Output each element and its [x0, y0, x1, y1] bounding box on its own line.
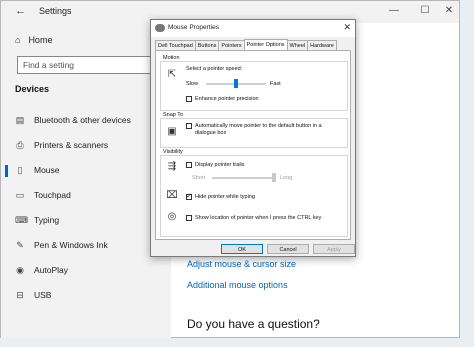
pointer-trails-label: Display pointer trails [195, 162, 245, 168]
short-label: Short [192, 175, 206, 181]
dialog-titlebar: Mouse Properties ✕ [151, 20, 355, 37]
minimize-button[interactable]: — [386, 4, 402, 18]
sidebar-item-label: Touchpad [34, 190, 71, 200]
keyboard-icon: ⌨ [15, 215, 28, 225]
settings-sidebar: ⌂ Home Find a setting Devices ▤ Bluetoot… [1, 23, 171, 338]
search-input[interactable]: Find a setting [17, 56, 167, 74]
fast-label: Fast [270, 81, 281, 87]
section-title: Devices [15, 84, 50, 94]
maximize-button[interactable]: ☐ [417, 4, 433, 18]
adjust-cursor-size-link[interactable]: Adjust mouse & cursor size [187, 259, 296, 269]
bluetooth-device-icon: ▤ [15, 115, 25, 125]
speed-slider-thumb[interactable] [234, 79, 238, 88]
dialog-tabs: Dell Touchpad Buttons Pointers Pointer O… [155, 39, 337, 51]
ctrl-location-icon: ◎ [167, 211, 177, 222]
sidebar-item-label: Mouse [34, 165, 60, 175]
close-icon[interactable]: ✕ [343, 22, 351, 33]
sidebar-item-label: Printers & scanners [34, 140, 109, 150]
autoplay-icon: ◉ [16, 265, 24, 275]
snap-to-icon: ▣ [167, 126, 177, 137]
sidebar-item-usb[interactable]: ⊟ USB [15, 290, 51, 300]
snap-to-checkbox[interactable] [186, 123, 192, 129]
ctrl-location-checkbox[interactable] [186, 215, 192, 221]
snap-to-label: Automatically move pointer to the defaul… [195, 123, 322, 136]
sidebar-item-label: Pen & Windows Ink [34, 240, 108, 250]
ok-button[interactable]: OK [221, 244, 263, 254]
enhance-precision-label: Enhance pointer precision [195, 96, 259, 102]
pointer-trails-icon: ⇶ [167, 161, 177, 172]
sidebar-item-label: Bluetooth & other devices [34, 115, 131, 125]
home-nav[interactable]: ⌂ Home [15, 35, 52, 45]
hide-pointer-icon: ⌧ [166, 190, 178, 201]
question-heading: Do you have a question? [187, 317, 320, 331]
cancel-button[interactable]: Cancel [267, 244, 309, 254]
pointer-trails-checkbox[interactable] [186, 162, 192, 168]
touchpad-icon: ▭ [15, 190, 25, 200]
trails-slider-thumb[interactable] [272, 173, 276, 182]
sidebar-item-pen[interactable]: ✎ Pen & Windows Ink [15, 240, 108, 250]
sidebar-item-label: AutoPlay [34, 265, 69, 275]
usb-icon: ⊟ [16, 290, 24, 300]
long-label: Long [280, 175, 293, 181]
trails-slider-track[interactable] [212, 177, 276, 179]
home-icon: ⌂ [15, 35, 21, 45]
sidebar-item-label: Typing [34, 215, 60, 225]
slow-label: Slow [186, 81, 198, 87]
back-arrow-icon[interactable]: ← [15, 5, 26, 17]
additional-mouse-options-link[interactable]: Additional mouse options [187, 280, 288, 290]
home-label: Home [28, 35, 53, 45]
dialog-title: Mouse Properties [168, 24, 219, 31]
sidebar-item-typing[interactable]: ⌨ Typing [15, 215, 59, 225]
enhance-precision-checkbox[interactable] [186, 96, 192, 102]
mouse-properties-dialog: Mouse Properties ✕ Dell Touchpad Buttons… [150, 19, 356, 257]
sidebar-item-bluetooth[interactable]: ▤ Bluetooth & other devices [15, 115, 131, 125]
mouse-icon [155, 24, 165, 32]
pen-icon: ✎ [16, 240, 24, 250]
sidebar-item-mouse[interactable]: ▯ Mouse [5, 165, 60, 177]
ctrl-location-label: Show location of pointer when I press th… [195, 215, 322, 221]
apply-button[interactable]: Apply [313, 244, 355, 254]
sidebar-item-touchpad[interactable]: ▭ Touchpad [15, 190, 71, 200]
hide-pointer-label: Hide pointer while typing [195, 194, 255, 200]
app-title: Settings [39, 6, 72, 16]
pointer-options-panel: Motion ⇱ Select a pointer speed: Slow Fa… [155, 50, 351, 240]
close-button[interactable]: ✕ [441, 4, 457, 18]
printer-icon: ⎙ [16, 140, 24, 150]
sidebar-item-printers[interactable]: ⎙ Printers & scanners [15, 140, 108, 150]
pointer-speed-icon: ⇱ [167, 69, 177, 80]
sidebar-item-autoplay[interactable]: ◉ AutoPlay [15, 265, 68, 275]
sidebar-item-label: USB [34, 290, 52, 300]
mouse-icon: ▯ [17, 165, 23, 175]
speed-label: Select a pointer speed: [186, 66, 243, 72]
hide-pointer-checkbox[interactable] [186, 192, 192, 200]
